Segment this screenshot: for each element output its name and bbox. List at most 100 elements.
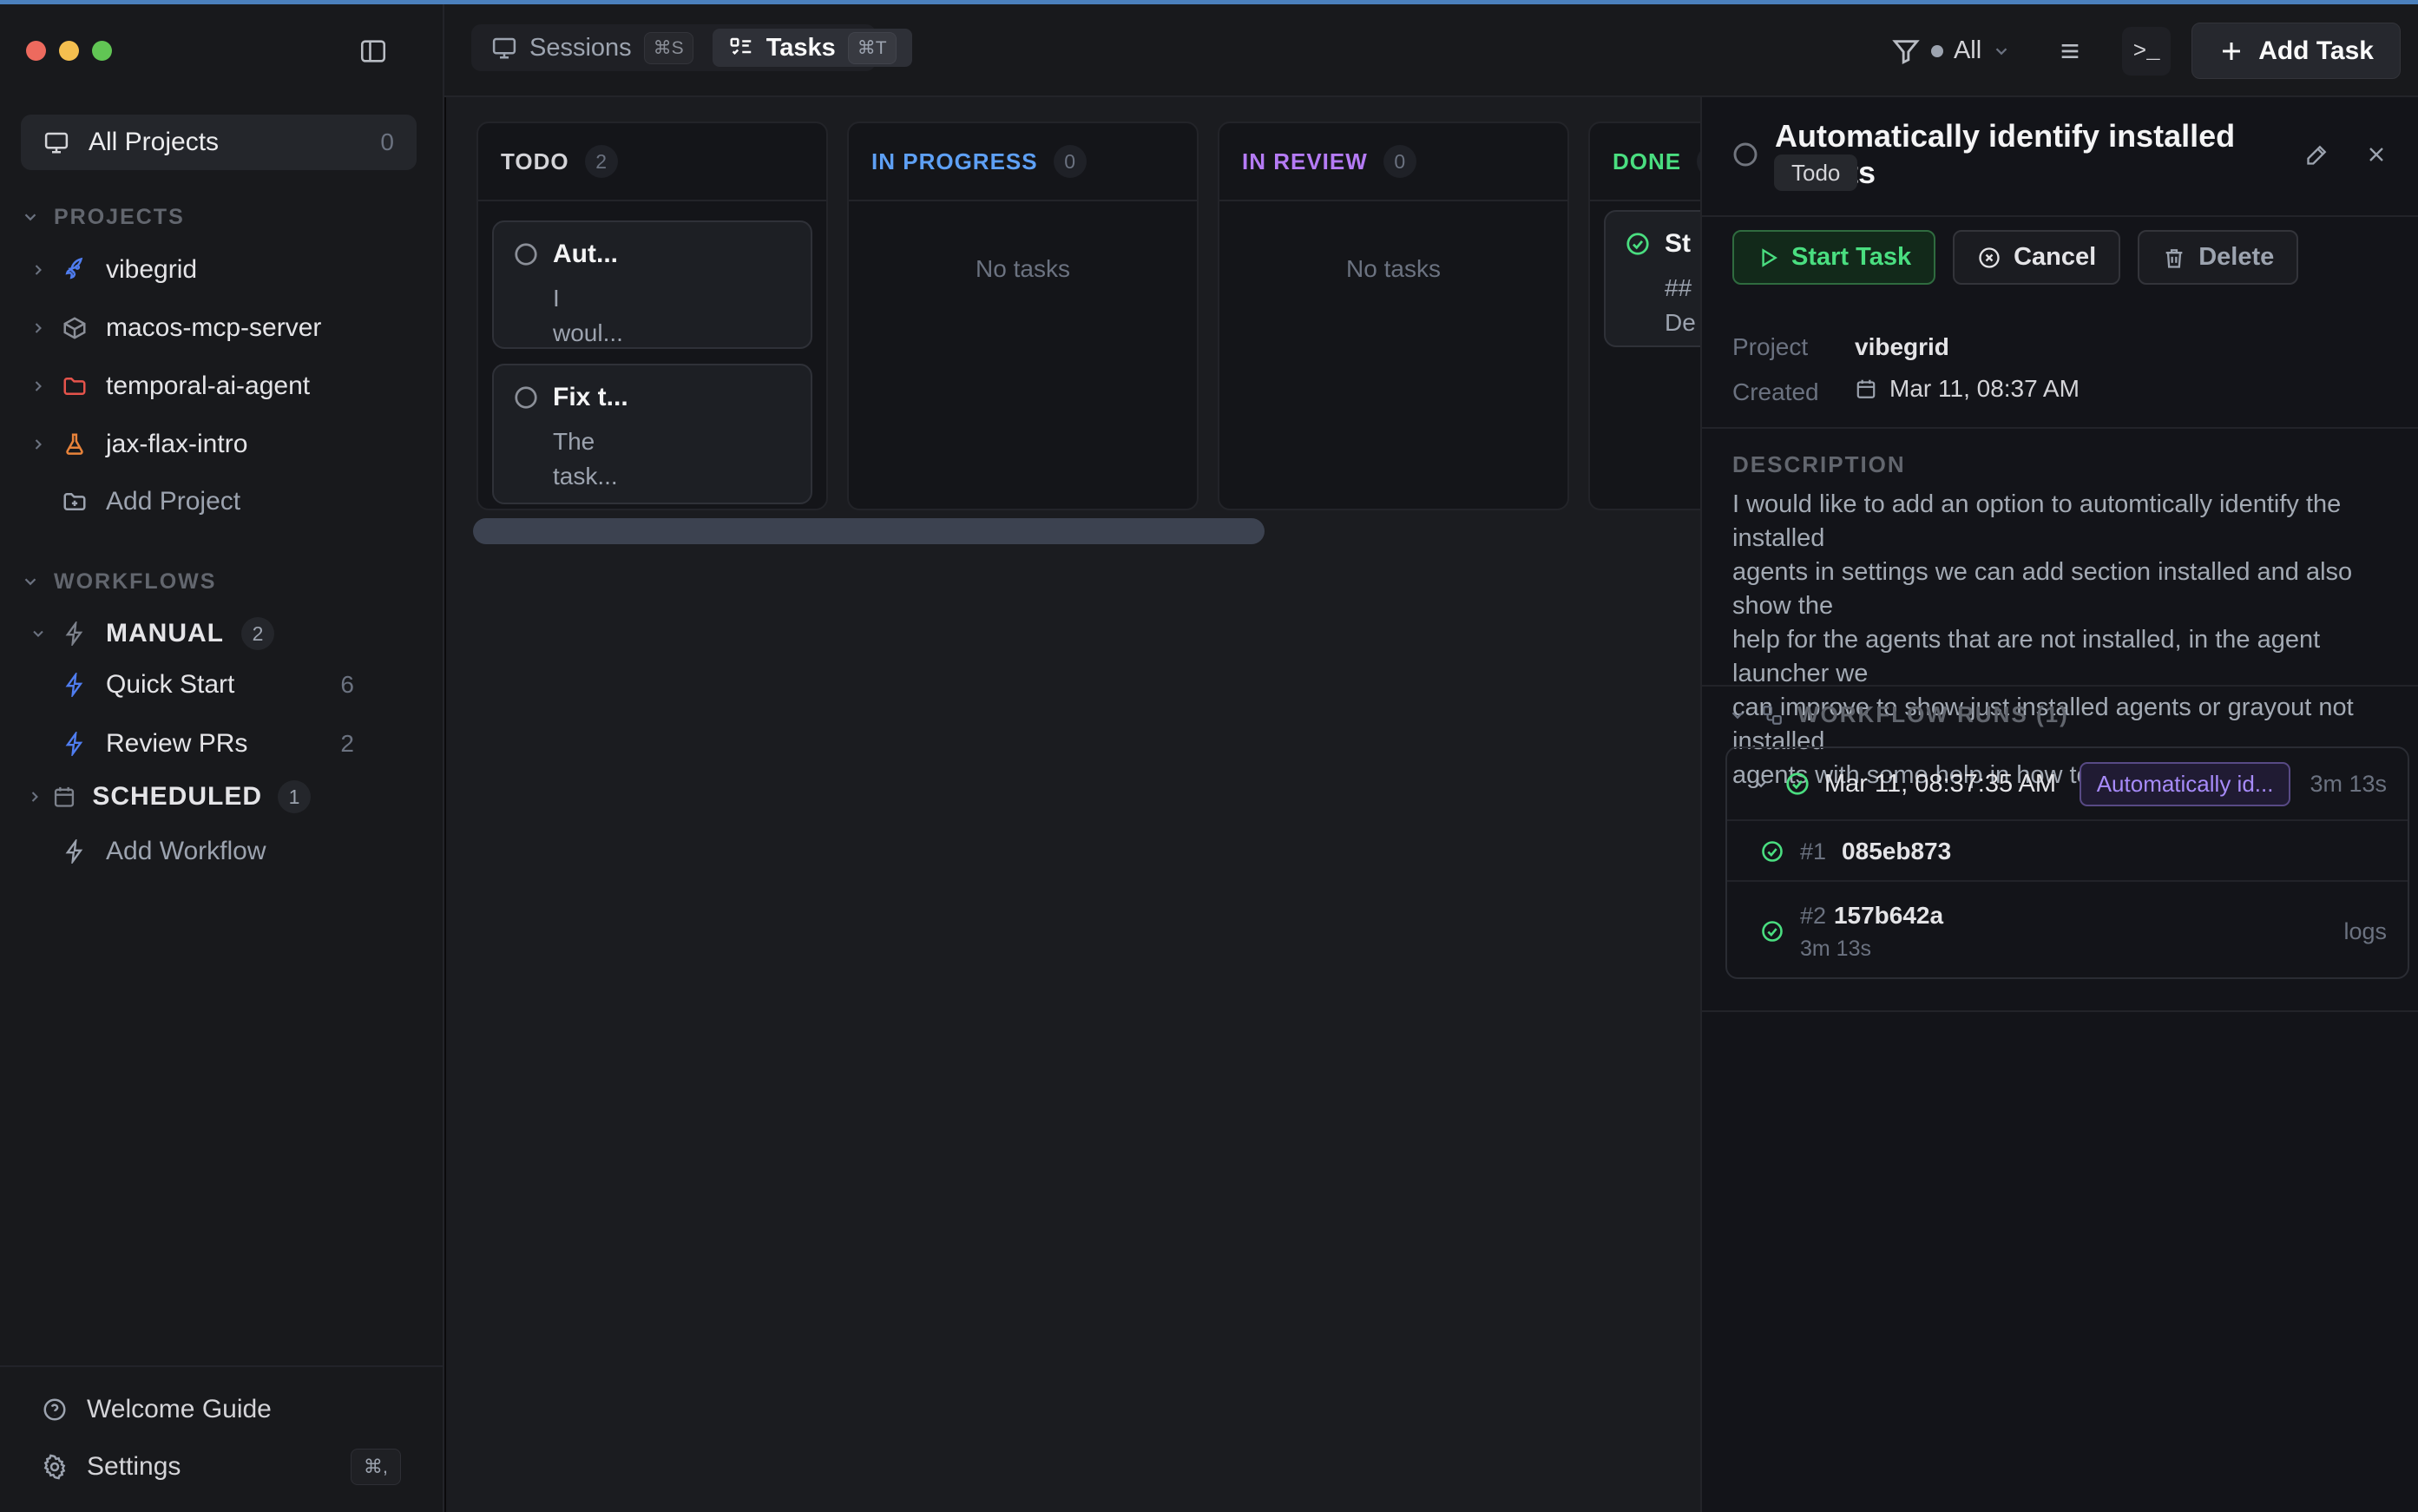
projects-section-header[interactable]: PROJECTS <box>21 200 422 234</box>
tab-sessions[interactable]: Sessions ⌘S <box>476 29 709 67</box>
terminal-icon: >_ <box>2133 38 2160 64</box>
play-icon <box>1757 247 1779 269</box>
logs-link[interactable]: logs <box>2343 918 2387 945</box>
sidebar-group-scheduled[interactable]: SCHEDULED 1 <box>21 772 422 821</box>
status-badge: Todo <box>1774 154 1857 191</box>
titlebar: Sessions ⌘S Tasks ⌘T All >_ <box>444 4 2418 97</box>
horizontal-scrollbar[interactable] <box>473 518 1265 544</box>
all-projects-label: All Projects <box>89 128 361 157</box>
step-hash: 085eb873 <box>1842 838 1951 865</box>
sidebar-toggle-icon[interactable] <box>354 32 392 70</box>
todo-count-badge: 2 <box>585 145 618 178</box>
chevron-down-icon[interactable] <box>21 625 56 642</box>
flask-icon <box>56 431 94 457</box>
empty-column-label: No tasks <box>849 255 1197 283</box>
step-number: #2 <box>1800 903 1826 929</box>
terminal-button[interactable]: >_ <box>2122 27 2171 76</box>
created-value: Mar 11, 08:37 AM <box>1855 375 2080 403</box>
check-circle-icon <box>1625 231 1651 257</box>
close-icon[interactable] <box>2361 139 2392 170</box>
zoom-window-button[interactable] <box>92 41 112 61</box>
task-card-done[interactable]: St ##De <box>1604 210 1700 347</box>
quick-start-count: 6 <box>340 671 354 699</box>
run-header-row[interactable]: Mar 11, 08:37:35 AM Automatically id... … <box>1727 748 2408 821</box>
run-workflow-badge[interactable]: Automatically id... <box>2080 762 2291 806</box>
column-in-review-header: IN REVIEW 0 <box>1219 123 1567 201</box>
minimize-window-button[interactable] <box>59 41 79 61</box>
tab-tasks[interactable]: Tasks ⌘T <box>713 29 912 67</box>
chevron-right-icon[interactable] <box>21 319 56 337</box>
check-circle-icon <box>1760 919 1784 943</box>
package-icon <box>56 315 94 341</box>
list-menu-icon[interactable] <box>2056 37 2084 65</box>
cancel-button[interactable]: Cancel <box>1953 230 2120 285</box>
workflow-icon <box>1761 704 1784 726</box>
circle-status-icon <box>513 385 539 411</box>
sidebar-item-all-projects[interactable]: All Projects 0 <box>21 115 417 170</box>
task-card-automatically[interactable]: Aut... Iwoul... <box>492 220 812 349</box>
filter-status-dot <box>1931 45 1943 57</box>
zap-icon <box>56 673 94 697</box>
delete-button[interactable]: Delete <box>2138 230 2298 285</box>
column-todo: TODO 2 Aut... Iwoul... Fix t... Thetask.… <box>476 122 828 510</box>
app-window: All Projects 0 PROJECTS vibegrid macos-m… <box>0 0 2418 1512</box>
in-review-count-badge: 0 <box>1383 145 1416 178</box>
step-hash: 157b642a <box>1834 902 1943 929</box>
chevron-down-icon <box>21 572 40 591</box>
sidebar-item-vibegrid[interactable]: vibegrid <box>21 246 422 294</box>
welcome-guide-button[interactable]: Welcome Guide <box>21 1384 422 1435</box>
chevron-right-icon[interactable] <box>21 436 56 453</box>
add-workflow-button[interactable]: Add Workflow <box>21 827 422 876</box>
sidebar-item-jax-flax-intro[interactable]: jax-flax-intro <box>21 420 422 469</box>
chevron-down-icon <box>21 207 40 227</box>
sidebar-item-temporal-ai-agent[interactable]: temporal-ai-agent <box>21 362 422 411</box>
sidebar-item-macos-mcp-server[interactable]: macos-mcp-server <box>21 304 422 352</box>
sidebar-item-review-prs[interactable]: Review PRs 2 <box>21 720 422 768</box>
settings-button[interactable]: Settings ⌘, <box>21 1442 422 1492</box>
sidebar-item-quick-start[interactable]: Quick Start 6 <box>21 661 422 709</box>
calendar-icon <box>1855 378 1877 400</box>
close-window-button[interactable] <box>26 41 46 61</box>
plus-icon <box>2218 38 2244 64</box>
chevron-right-icon[interactable] <box>21 788 49 805</box>
rocket-icon <box>56 257 94 283</box>
start-task-button[interactable]: Start Task <box>1732 230 1935 285</box>
sidebar-footer: Welcome Guide Settings ⌘, <box>0 1365 443 1512</box>
divider <box>1702 685 2418 687</box>
edit-pencil-icon[interactable] <box>2302 139 2333 170</box>
divider <box>1702 215 2418 217</box>
x-circle-icon <box>1977 246 2001 270</box>
filter-dropdown[interactable]: All <box>1891 36 2011 66</box>
task-card-fix[interactable]: Fix t... Thetask... <box>492 364 812 504</box>
review-prs-count: 2 <box>340 730 354 758</box>
sessions-shortcut: ⌘S <box>644 32 693 64</box>
chevron-down-icon <box>1992 42 2011 61</box>
circle-status-icon <box>513 241 539 267</box>
run-step-row[interactable]: #2 157b642a 3m 13s logs <box>1727 884 2408 979</box>
titlebar-controls: All >_ Add Task <box>1891 4 2401 97</box>
check-circle-icon <box>1784 771 1810 797</box>
chevron-down-icon <box>1751 774 1771 793</box>
workflows-section-header[interactable]: WORKFLOWS <box>21 564 422 599</box>
chevron-right-icon[interactable] <box>21 378 56 395</box>
zap-icon <box>56 839 94 864</box>
kanban-board: TODO 2 Aut... Iwoul... Fix t... Thetask.… <box>446 97 1700 1512</box>
zap-icon <box>56 732 94 756</box>
created-label: Created <box>1732 378 1819 406</box>
add-project-button[interactable]: Add Project <box>21 477 422 526</box>
run-step-row[interactable]: #1 085eb873 <box>1727 823 2408 882</box>
step-number: #1 <box>1800 838 1826 865</box>
chevron-right-icon[interactable] <box>21 261 56 279</box>
add-task-button[interactable]: Add Task <box>2191 23 2401 79</box>
task-detail-panel: Automatically identify installed agents … <box>1700 97 2418 1512</box>
folder-icon <box>56 373 94 399</box>
chevron-down-icon <box>1728 706 1747 725</box>
column-done-header: DONE <box>1590 123 1700 201</box>
column-in-review: IN REVIEW 0 No tasks <box>1218 122 1569 510</box>
sidebar-group-manual[interactable]: MANUAL 2 <box>21 609 422 658</box>
trash-icon <box>2162 246 2186 270</box>
workflow-runs-header[interactable]: WORKFLOW RUNS (1) <box>1728 701 2069 728</box>
description-header: DESCRIPTION <box>1732 451 1906 478</box>
divider <box>1702 427 2418 429</box>
workflow-run-card: Mar 11, 08:37:35 AM Automatically id... … <box>1725 746 2409 979</box>
